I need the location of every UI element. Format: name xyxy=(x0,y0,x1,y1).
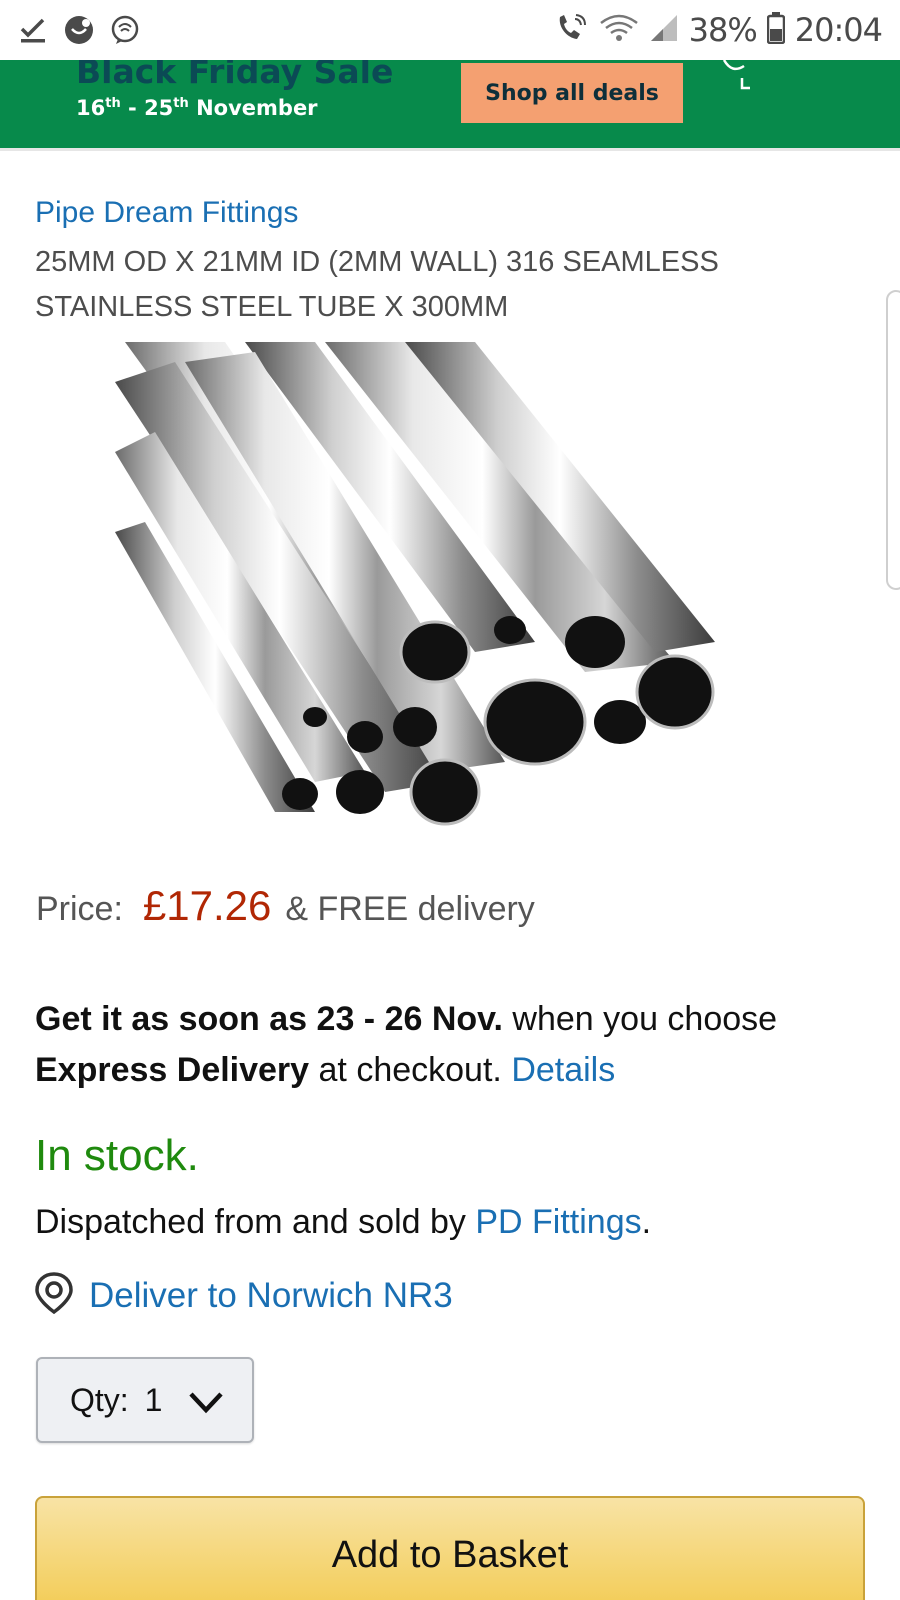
free-delivery-note: & FREE delivery xyxy=(285,890,535,928)
banner-date-start-suffix: th xyxy=(105,96,121,111)
battery-icon xyxy=(766,11,786,49)
smiley-icon xyxy=(64,15,94,45)
dispatched-prefix: Dispatched from and sold by xyxy=(35,1203,476,1241)
product-image[interactable] xyxy=(115,342,785,838)
price-value: £17.26 xyxy=(142,882,272,929)
delivery-text-1: when you choose xyxy=(502,1000,778,1038)
banner-date-start: 16 xyxy=(76,96,106,120)
brand-link[interactable]: Pipe Dream Fittings xyxy=(35,196,298,230)
banner-date-month: November xyxy=(188,96,318,120)
quantity-select[interactable]: Qty: 1 xyxy=(36,1357,254,1443)
qty-label: Qty: xyxy=(70,1381,129,1418)
banner-date-end-suffix: th xyxy=(173,96,189,111)
battery-percent: 38% xyxy=(688,11,758,49)
messenger-icon xyxy=(110,15,140,45)
banner-dates: 16th - 25th November xyxy=(76,96,318,120)
delivery-estimate: Get it as soon as 23 - 26 Nov. when you … xyxy=(35,994,875,1096)
deliver-to-link[interactable]: Deliver to Norwich NR3 xyxy=(35,1272,453,1319)
status-left-icons xyxy=(18,15,140,45)
delivery-text-2: at checkout. xyxy=(309,1051,512,1089)
clock: 20:04 xyxy=(794,11,883,49)
delivery-date: Get it as soon as 23 - 26 Nov. xyxy=(35,1000,503,1038)
side-scroll-handle[interactable] xyxy=(886,290,900,590)
status-bar: 38% 20:04 xyxy=(0,0,900,60)
banner-date-sep: - xyxy=(120,96,145,120)
price-label: Price: xyxy=(36,890,123,928)
stock-status: In stock. xyxy=(35,1131,199,1180)
seller-link[interactable]: PD Fittings xyxy=(475,1203,641,1241)
chevron-down-icon xyxy=(188,1387,224,1424)
banner-date-end: 25 xyxy=(144,96,174,120)
black-friday-banner[interactable]: Black Friday Sale 16th - 25th November S… xyxy=(0,60,900,148)
deliver-to-text: Deliver to Norwich NR3 xyxy=(89,1275,453,1315)
product-title: 25MM OD X 21MM ID (2MM WALL) 316 SEAMLES… xyxy=(35,246,719,323)
wifi-calling-icon xyxy=(555,13,589,48)
dispatched-suffix: . xyxy=(641,1203,652,1241)
banner-divider xyxy=(0,148,900,151)
dispatched-by: Dispatched from and sold by PD Fittings. xyxy=(35,1203,651,1242)
location-pin-icon xyxy=(35,1272,73,1319)
decorative-tag-icon xyxy=(722,60,762,105)
qty-value: 1 xyxy=(144,1381,163,1418)
status-right: 38% 20:04 xyxy=(555,11,883,49)
banner-title: Black Friday Sale xyxy=(76,60,394,91)
price-row: Price: £17.26 & FREE delivery xyxy=(36,882,535,930)
signal-icon xyxy=(649,13,679,48)
express-delivery: Express Delivery xyxy=(35,1051,310,1089)
shop-all-deals-button[interactable]: Shop all deals xyxy=(461,63,683,123)
add-to-basket-button[interactable]: Add to Basket xyxy=(35,1496,865,1600)
details-link[interactable]: Details xyxy=(511,1051,615,1089)
product-page: 38% 20:04 Black Friday Sale 16th - 25th … xyxy=(0,0,900,1600)
check-download-icon xyxy=(18,15,48,45)
wifi-icon xyxy=(599,13,639,48)
stainless-steel-tubes-image xyxy=(115,342,715,826)
